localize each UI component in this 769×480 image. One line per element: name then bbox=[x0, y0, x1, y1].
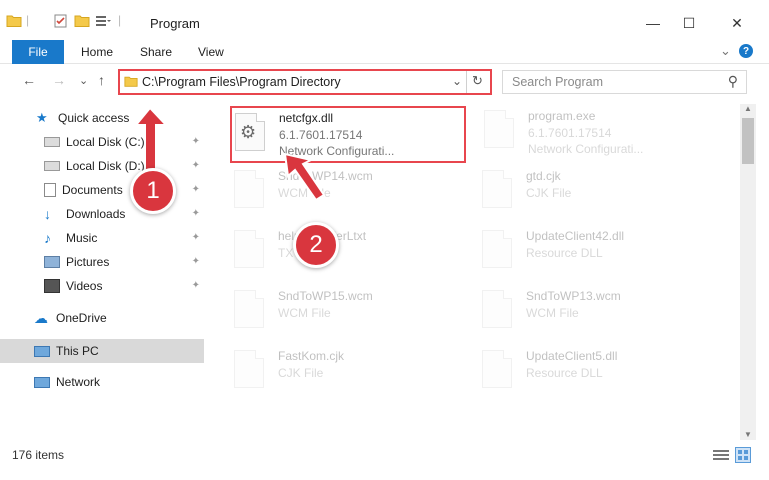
callout-arrows bbox=[133, 106, 326, 202]
callout-badge-2: 2 bbox=[293, 222, 339, 268]
callout-arrow-2 bbox=[283, 152, 326, 202]
callout-arrow-1 bbox=[133, 106, 169, 171]
callout-badge-1: 1 bbox=[130, 168, 176, 214]
